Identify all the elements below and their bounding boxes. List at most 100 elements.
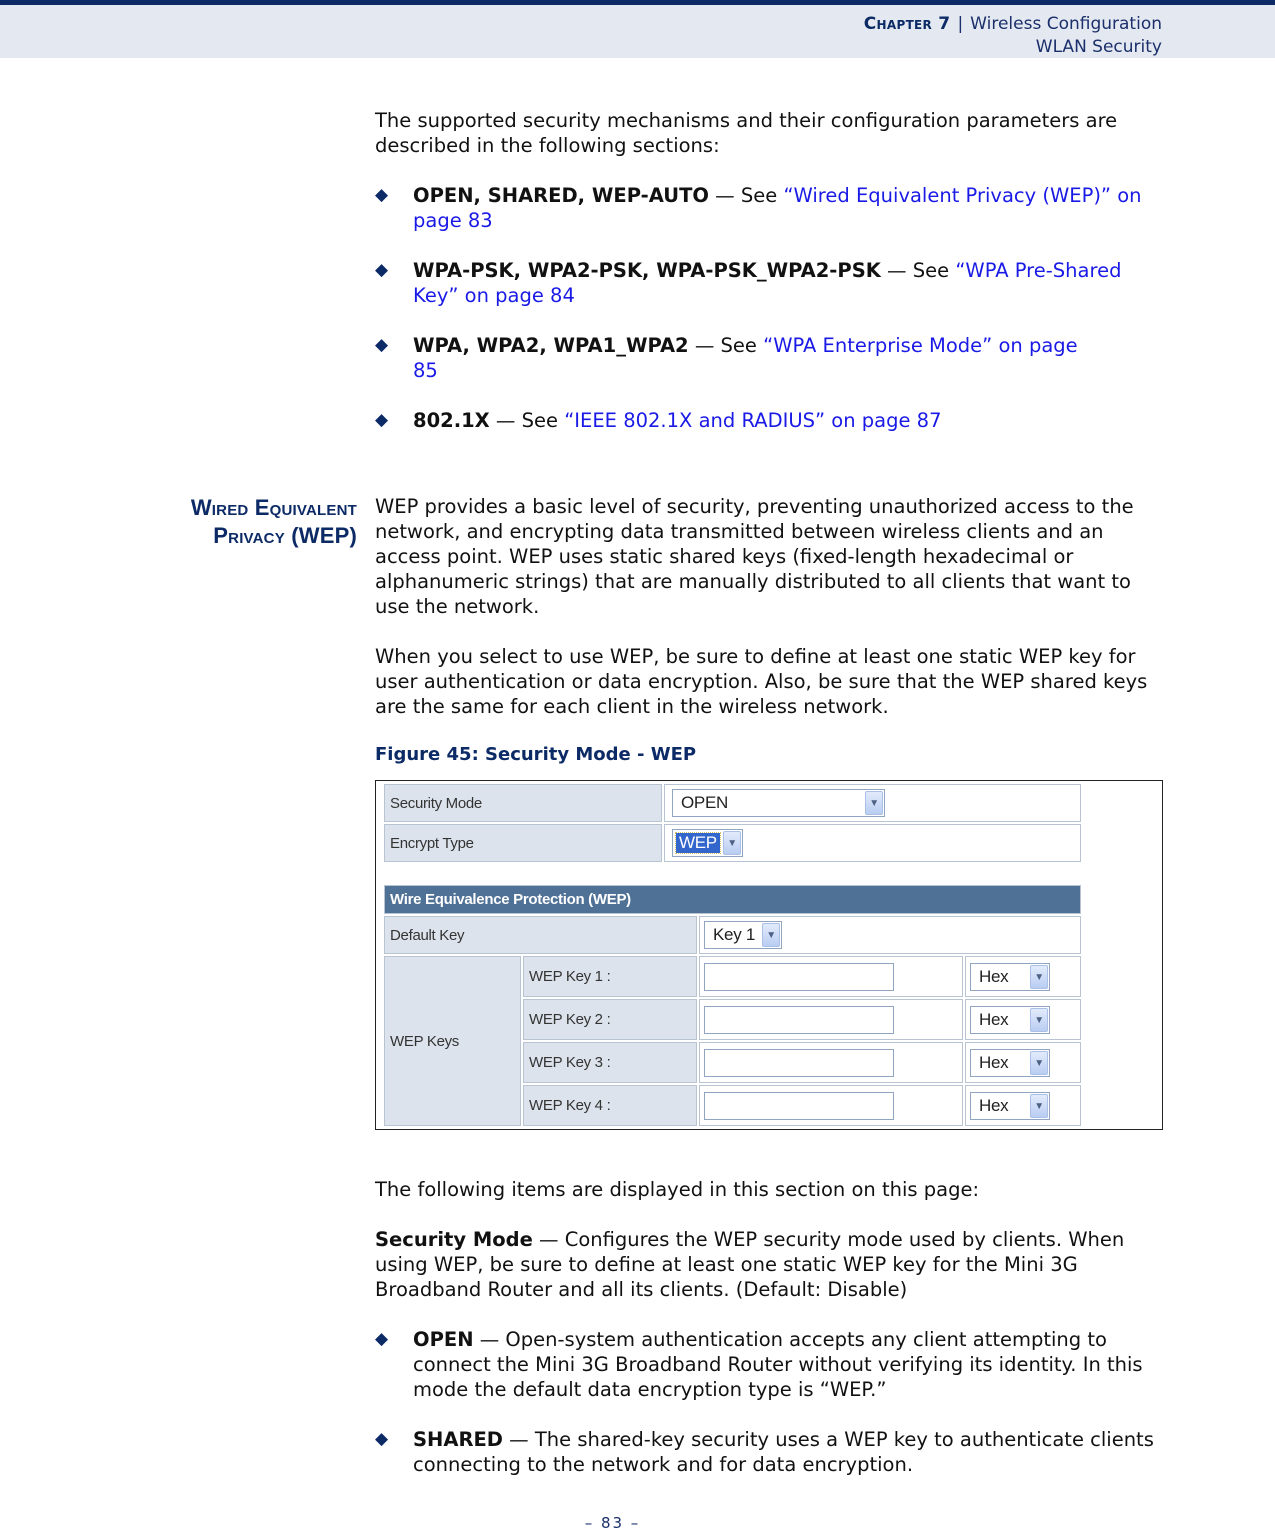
chapter-title: Wireless Configuration: [970, 14, 1162, 34]
chevron-down-icon[interactable]: ▼: [865, 791, 883, 815]
bullet-desc: — Open-system authentication accepts any…: [413, 1328, 1143, 1401]
wep-key-3-format: Hex: [979, 1053, 1009, 1072]
wep-key-4-label-cell: WEP Key 4 :: [523, 1085, 697, 1126]
bullet-term: 802.1X: [413, 409, 490, 432]
wep-key-1-label-cell: WEP Key 1 :: [523, 956, 697, 997]
running-header: Chapter 7 | Wireless Configuration WLAN Se…: [864, 13, 1162, 59]
diamond-bullet-icon: ◆: [375, 335, 389, 355]
wep-key-3-format-cell: Hex ▼: [965, 1042, 1081, 1083]
items-intro: The following items are displayed in thi…: [375, 1178, 980, 1201]
wep-section-banner: Wire Equivalence Protection (WEP): [384, 885, 1081, 914]
wep-key-1-input-cell: [699, 956, 963, 997]
chevron-down-icon[interactable]: ▼: [1030, 1008, 1048, 1032]
security-mode-select[interactable]: OPEN ▼: [672, 789, 885, 817]
wep-key-4-format-select[interactable]: Hex ▼: [970, 1092, 1050, 1120]
bullet-see: — See: [489, 409, 565, 432]
section-heading: Wired Equivalent Privacy (WEP): [191, 494, 357, 550]
encrypt-type-label: Encrypt Type: [390, 834, 474, 852]
list-item: ◆ WPA-PSK, WPA2-PSK, WPA-PSK_WPA2-PSK — …: [375, 258, 1165, 308]
diamond-bullet-icon: ◆: [375, 185, 389, 205]
wep-key-1-format-cell: Hex ▼: [965, 956, 1081, 997]
default-key-label-cell: Default Key: [384, 916, 697, 954]
diamond-bullet-icon: ◆: [375, 1429, 389, 1449]
wep-key-2-format: Hex: [979, 1010, 1009, 1029]
bullet-term: OPEN: [413, 1328, 474, 1351]
wep-key-2-input[interactable]: [704, 1006, 894, 1034]
bullet-term: WPA, WPA2, WPA1_WPA2: [413, 334, 689, 357]
wep-key-3-input[interactable]: [704, 1049, 894, 1077]
chevron-down-icon[interactable]: ▼: [723, 831, 741, 855]
page-number: – 83 –: [0, 1514, 1275, 1532]
list-item: ◆ 802.1X — See “IEEE 802.1X and RADIUS” …: [375, 408, 1165, 433]
security-mode-description: Security Mode — Configures the WEP secur…: [375, 1227, 1165, 1302]
security-mode-figure: Security Mode OPEN ▼ Encrypt Type WEP ▼ …: [375, 780, 1163, 1130]
wep-key-3-input-cell: [699, 1042, 963, 1083]
diamond-bullet-icon: ◆: [375, 260, 389, 280]
list-item: ◆ SHARED — The shared-key security uses …: [375, 1427, 1165, 1477]
wep-key-2-format-cell: Hex ▼: [965, 999, 1081, 1040]
page-header: Chapter 7 | Wireless Configuration WLAN Se…: [0, 5, 1275, 58]
security-mode-selected: OPEN: [681, 793, 728, 812]
wep-paragraph-1: WEP provides a basic level of security, …: [375, 495, 1134, 618]
security-mode-label: Security Mode: [390, 794, 482, 812]
wep-key-1-label: WEP Key 1 :: [529, 968, 611, 985]
chevron-down-icon[interactable]: ▼: [1030, 965, 1048, 989]
default-key-select[interactable]: Key 1 ▼: [704, 921, 782, 949]
wep-key-2-label: WEP Key 2 :: [529, 1011, 611, 1028]
chevron-down-icon[interactable]: ▼: [1030, 1094, 1048, 1118]
bullet-see: — See: [708, 184, 784, 207]
wep-section-body: WEP provides a basic level of security, …: [375, 494, 1165, 719]
diamond-bullet-icon: ◆: [375, 410, 389, 430]
wep-key-2-label-cell: WEP Key 2 :: [523, 999, 697, 1040]
wep-key-1-format-select[interactable]: Hex ▼: [970, 963, 1050, 991]
bullet-desc: — The shared-key security uses a WEP key…: [413, 1428, 1154, 1476]
page-number-text: – 83 –: [584, 1514, 641, 1532]
wep-key-3-format-select[interactable]: Hex ▼: [970, 1049, 1050, 1077]
chevron-down-icon[interactable]: ▼: [762, 923, 780, 947]
encrypt-type-value-cell: WEP ▼: [664, 824, 1081, 862]
header-separator: |: [957, 14, 964, 34]
encrypt-type-select[interactable]: WEP ▼: [672, 829, 743, 857]
wep-key-4-label: WEP Key 4 :: [529, 1097, 611, 1114]
wep-key-4-input[interactable]: [704, 1092, 894, 1120]
encrypt-type-label-cell: Encrypt Type: [384, 824, 662, 862]
wep-key-1-input[interactable]: [704, 963, 894, 991]
chapter-label: Chapter 7: [863, 14, 951, 34]
wep-key-4-format-cell: Hex ▼: [965, 1085, 1081, 1126]
section-heading-line1: Wired Equivalent: [190, 495, 357, 520]
ieee-8021x-section-link[interactable]: “IEEE 802.1X and RADIUS” on page 87: [564, 409, 941, 432]
items-section: The following items are displayed in thi…: [375, 1177, 1165, 1477]
default-key-label: Default Key: [390, 926, 465, 944]
intro-paragraph: The supported security mechanisms and th…: [375, 109, 1118, 157]
wep-key-2-format-select[interactable]: Hex ▼: [970, 1006, 1050, 1034]
wep-key-4-format: Hex: [979, 1096, 1009, 1115]
bullet-see: — See: [880, 259, 956, 282]
wep-key-3-label-cell: WEP Key 3 :: [523, 1042, 697, 1083]
bullet-term: SHARED: [413, 1428, 503, 1451]
section-heading-line2: Privacy (WEP): [213, 523, 357, 548]
chevron-down-icon[interactable]: ▼: [1030, 1051, 1048, 1075]
list-item: ◆ OPEN — Open-system authentication acce…: [375, 1327, 1165, 1402]
default-key-value-cell: Key 1 ▼: [699, 916, 1081, 954]
figure-caption: Figure 45: Security Mode - WEP: [375, 744, 697, 765]
wep-banner-title: Wire Equivalence Protection (WEP): [390, 891, 631, 908]
bullet-term: OPEN, SHARED, WEP-AUTO: [413, 184, 709, 207]
bullet-see: — See: [688, 334, 764, 357]
diamond-bullet-icon: ◆: [375, 1329, 389, 1349]
security-mode-value-cell: OPEN ▼: [664, 784, 1081, 822]
wep-key-2-input-cell: [699, 999, 963, 1040]
wep-key-1-format: Hex: [979, 967, 1009, 986]
default-key-selected: Key 1: [713, 925, 755, 944]
wep-key-3-label: WEP Key 3 :: [529, 1054, 611, 1071]
list-item: ◆ OPEN, SHARED, WEP-AUTO — See “Wired Eq…: [375, 183, 1165, 233]
security-mode-term: Security Mode: [375, 1228, 533, 1251]
wep-key-4-input-cell: [699, 1085, 963, 1126]
bullet-term: WPA-PSK, WPA2-PSK, WPA-PSK_WPA2-PSK: [413, 259, 881, 282]
security-mode-label-cell: Security Mode: [384, 784, 662, 822]
section-title: WLAN Security: [1035, 37, 1162, 57]
wep-keys-label: WEP Keys: [390, 1032, 460, 1050]
wep-paragraph-2: When you select to use WEP, be sure to d…: [375, 645, 1148, 718]
encrypt-type-selected: WEP: [675, 832, 721, 854]
intro-section: The supported security mechanisms and th…: [375, 108, 1165, 433]
list-item: ◆ WPA, WPA2, WPA1_WPA2 — See “WPA Enterp…: [375, 333, 1165, 383]
